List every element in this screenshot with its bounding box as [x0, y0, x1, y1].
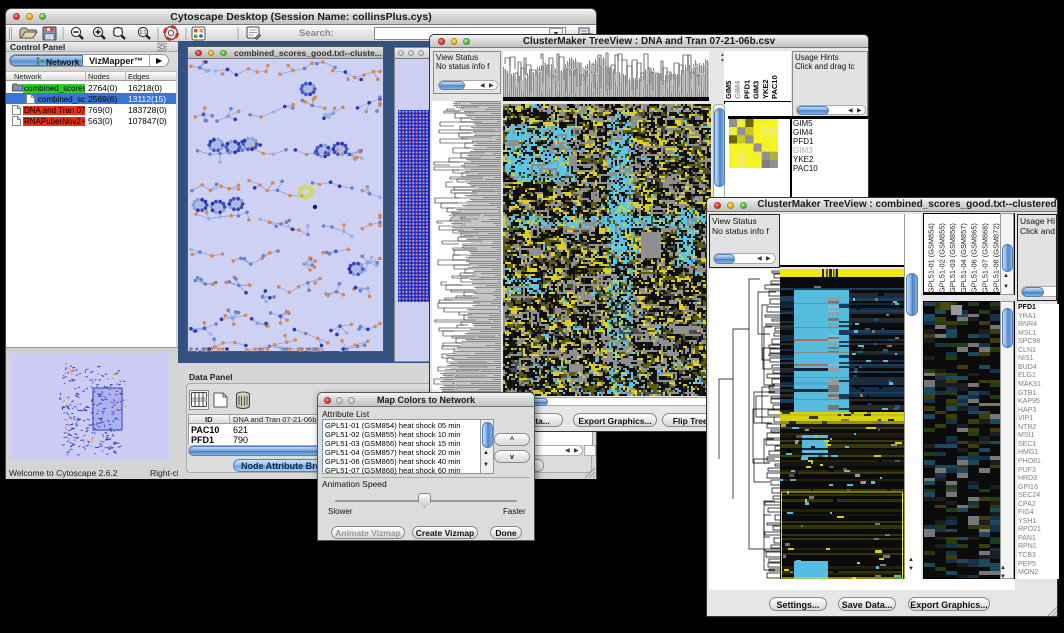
- svg-text:GPL51-03 (GSM856): GPL51-03 (GSM856): [948, 223, 957, 293]
- svg-text:1:1: 1:1: [140, 30, 147, 36]
- svg-text:GPL51-07 (GSM868): GPL51-07 (GSM868): [981, 223, 990, 293]
- svg-text:GPL51-04 (GSM857): GPL51-04 (GSM857): [959, 223, 968, 293]
- svg-text:YKE2: YKE2: [761, 79, 770, 99]
- svg-text:PAC10: PAC10: [770, 75, 779, 99]
- svg-text:GPL51-02 (GSM855): GPL51-02 (GSM855): [937, 223, 946, 293]
- svg-text:GPL51-08 (GSM872): GPL51-08 (GSM872): [991, 223, 1000, 293]
- svg-text:GIM4: GIM4: [733, 80, 742, 99]
- svg-text:GIM5: GIM5: [724, 81, 733, 99]
- svg-text:GPL51-06 (GSM865): GPL51-06 (GSM865): [970, 223, 979, 293]
- svg-text:GPL51-01 (GSM854): GPL51-01 (GSM854): [927, 223, 936, 293]
- svg-text:GIM3: GIM3: [752, 81, 761, 99]
- svg-text:PFD1: PFD1: [742, 80, 751, 99]
